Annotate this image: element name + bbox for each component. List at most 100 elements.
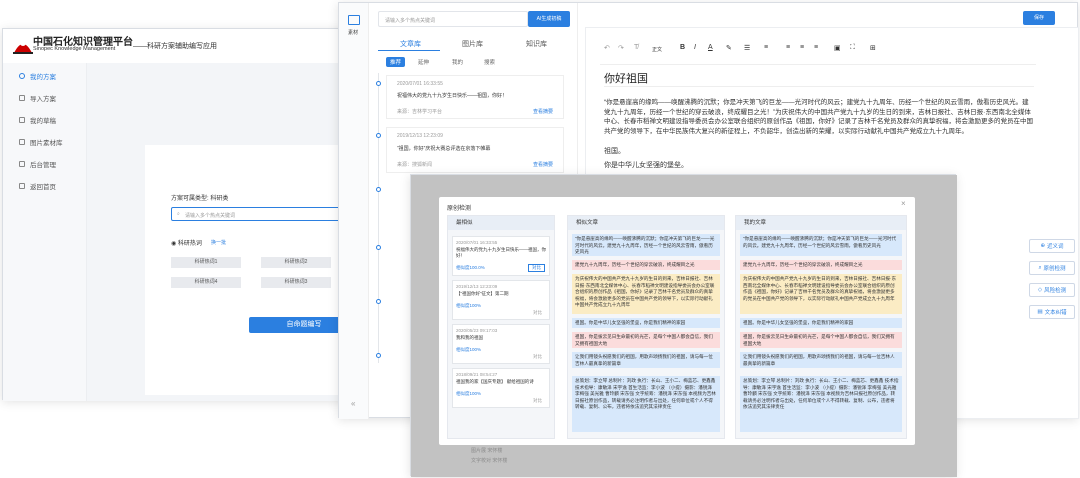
timeline-dot (376, 81, 381, 86)
feed-date: 2019/12/13 12:23:09 (397, 133, 443, 139)
compare-button[interactable]: 对比 (528, 264, 545, 272)
view-summary-link[interactable]: 查看摘要 (533, 161, 553, 168)
synonym-tool-button[interactable]: ⊕ 近义词 (1029, 239, 1075, 253)
text-block-diff: 祖国，你是拔云见日生命最初的光芒，是每个中国人都会自信，我们又拥有祖国大地 (572, 332, 720, 348)
tab-article-library[interactable]: 文章库 (400, 39, 421, 49)
font-color-icon[interactable]: A (708, 44, 713, 51)
sidebar-item-my-scheme[interactable]: 我的方案 (19, 69, 56, 83)
image-icon[interactable]: ▣ (834, 44, 841, 52)
sidebar-item-label: 我的草稿 (30, 118, 56, 125)
close-icon[interactable]: × (901, 199, 906, 208)
compare-button[interactable]: 对比 (530, 310, 545, 316)
chip-extend[interactable]: 延伸 (414, 57, 433, 67)
save-button[interactable]: 保存 (1023, 11, 1055, 25)
tool-label: 近义词 (1047, 244, 1064, 250)
ordered-list-icon[interactable]: ≡ (764, 44, 768, 51)
clear-format-icon[interactable]: T̸ (634, 44, 638, 51)
doc-icon: ▤ (1037, 309, 1043, 315)
align-center-icon[interactable]: ≡ (800, 44, 804, 51)
text-block-diff: 祖国，你是拔云见日生命最初的光芒，是每个中国人都会自信，我们又拥有祖国大地 (740, 332, 902, 348)
chip-mine[interactable]: 我的 (448, 57, 467, 67)
material-icon[interactable] (348, 15, 360, 25)
align-right-icon[interactable]: ≡ (814, 44, 818, 51)
history-item[interactable]: 2018/09/21 08:54:27 祖国我的家【国庆专题】 献给祖国的诗 相… (452, 368, 550, 408)
history-item[interactable]: 2020/07/01 16:33:55 祝福伟大的党九十九岁生日快乐——祖国，你… (452, 236, 550, 276)
chip-search[interactable]: 搜索 (480, 57, 499, 67)
history-title: 祖国我的家【国庆专题】 献给祖国的诗 (456, 379, 534, 384)
hot-word-tag[interactable]: 科研热词4 (171, 277, 241, 288)
text-correction-button[interactable]: ▤ 文本纠错 (1029, 305, 1075, 319)
sidebar-item-home[interactable]: 返回首页 (19, 179, 56, 193)
bullet-list-icon[interactable]: ☰ (744, 44, 750, 52)
sidebar-item-drafts[interactable]: 我的草稿 (19, 113, 56, 127)
editor-left-rail: 素材 « (339, 3, 369, 419)
highlight-icon[interactable]: ✎ (726, 44, 732, 52)
feed-card[interactable]: 2019/12/13 12:23:09 “祖国，你好”庆祝大赛总评选在京落下帷幕… (386, 127, 564, 173)
document-line[interactable]: 你是中华儿女坚强的堡垒。 (604, 160, 688, 170)
timeline-dot (376, 245, 381, 250)
sidebar-item-import[interactable]: 导入方案 (19, 91, 56, 105)
originality-check-button[interactable]: ⌕ 原创检测 (1029, 261, 1075, 275)
document-heading[interactable]: 你好祖国 (604, 70, 648, 86)
my-article-column: 我的文章 “你是悬崖高的缘鸣——唤醒沸腾的沉默；你是冲天第飞的巨龙——光河时代的… (735, 215, 907, 439)
ai-draft-button[interactable]: AI生成初稿 (528, 11, 570, 27)
sidebar: 我的方案 导入方案 我的草稿 图片素材库 后台管理 返回首页 (3, 63, 87, 401)
plus-icon: ⊕ (1040, 243, 1046, 249)
table-icon[interactable]: ⊞ (870, 44, 876, 52)
draft-icon (19, 117, 25, 123)
tab-image-library[interactable]: 图片库 (462, 39, 483, 49)
column-title: 相似文章 (568, 216, 724, 230)
hot-words-heading: ◉ 科研热词 (171, 241, 202, 247)
tab-underline (378, 50, 440, 51)
hot-word-tag[interactable]: 科研热词3 (261, 277, 331, 288)
tool-label: 原创检测 (1043, 266, 1066, 272)
document-body[interactable]: “你是悬崖高的缘鸣——唤醒沸腾的沉默；你是冲天第飞的巨龙——光河时代的风云；建党… (604, 98, 1034, 138)
compare-button[interactable]: 对比 (530, 354, 545, 360)
sidebar-item-admin[interactable]: 后台管理 (19, 157, 56, 171)
view-summary-link[interactable]: 查看摘要 (533, 108, 553, 115)
similarity-rate: 相似度100% (456, 303, 482, 308)
tool-label: 风险检测 (1044, 288, 1067, 294)
sidebar-item-label: 导入方案 (30, 96, 56, 103)
search-placeholder: 请输入多个热点关键词 (385, 18, 436, 24)
document-line[interactable]: 祖国。 (604, 146, 625, 156)
tab-knowledge-library[interactable]: 知识库 (526, 39, 547, 49)
search-icon: ⌕ (177, 211, 180, 217)
column-title: 最相似 (448, 216, 554, 230)
bold-icon[interactable]: B (680, 44, 685, 51)
hot-word-tag[interactable]: 科研热词2 (261, 257, 331, 268)
location-icon (19, 73, 25, 79)
feed-date: 2020/07/01 16:33:55 (397, 81, 443, 87)
paragraph-style-select[interactable]: 正文 (652, 46, 662, 53)
app-window-main: 中国石化知识管理平台 Sinopec Knowledge Management … (2, 28, 379, 401)
heading-divider (604, 86, 1034, 87)
text-block-partial: 为庆祝伟大的中国共产党九十九岁的生日的到来，吉林日报社、吉林日报·东西南北全媒体… (740, 274, 902, 314)
chip-recommend[interactable]: 推荐 (386, 57, 406, 67)
refresh-link[interactable]: 换一批 (211, 239, 226, 246)
history-item[interactable]: 2019/12/13 12:23:09 【“祖国你好”征文】第二期 相似度100… (452, 280, 550, 320)
compare-button[interactable]: 对比 (530, 398, 545, 404)
undo-icon[interactable]: ↶ (604, 44, 610, 52)
platform-subtitle: Sinopec Knowledge Management (33, 46, 116, 52)
redo-icon[interactable]: ↷ (618, 44, 624, 52)
text-block-match: 祖国。你是中华儿女坚强的堡垒，你是我们精神的家园 (572, 318, 720, 328)
history-title: 祝福伟大的党九十九岁生日快乐——祖国，你好！ (456, 247, 546, 258)
hot-word-tag[interactable]: 科研热词1 (171, 257, 241, 268)
feed-card[interactable]: 2020/07/01 16:33:55 祝福伟大的党九十九岁生日快乐——祖国，你… (386, 75, 564, 119)
risk-check-button[interactable]: ◇ 风险检测 (1029, 283, 1075, 297)
image-icon (19, 139, 25, 145)
sidebar-item-images[interactable]: 图片素材库 (19, 135, 63, 149)
history-item[interactable]: 2020/05/23 09:17:03 我和我的祖国 相似度100% 对比 (452, 324, 550, 364)
fullscreen-icon[interactable]: ⛶ (850, 44, 855, 52)
timeline-line (378, 73, 379, 363)
collapse-icon[interactable]: « (351, 399, 355, 408)
modal-title: 原创检测 (447, 206, 472, 212)
italic-icon[interactable]: I (694, 44, 696, 51)
search-placeholder: 请输入多个热点关键词 (185, 213, 236, 219)
material-search-input[interactable]: 请输入多个热点关键词 (378, 11, 528, 27)
align-left-icon[interactable]: ≡ (786, 44, 790, 51)
platform-slogan: ——科研方案辅助编写应用 (133, 43, 217, 50)
timeline-dot (376, 353, 381, 358)
material-label: 素材 (348, 30, 359, 36)
import-icon (19, 95, 25, 101)
